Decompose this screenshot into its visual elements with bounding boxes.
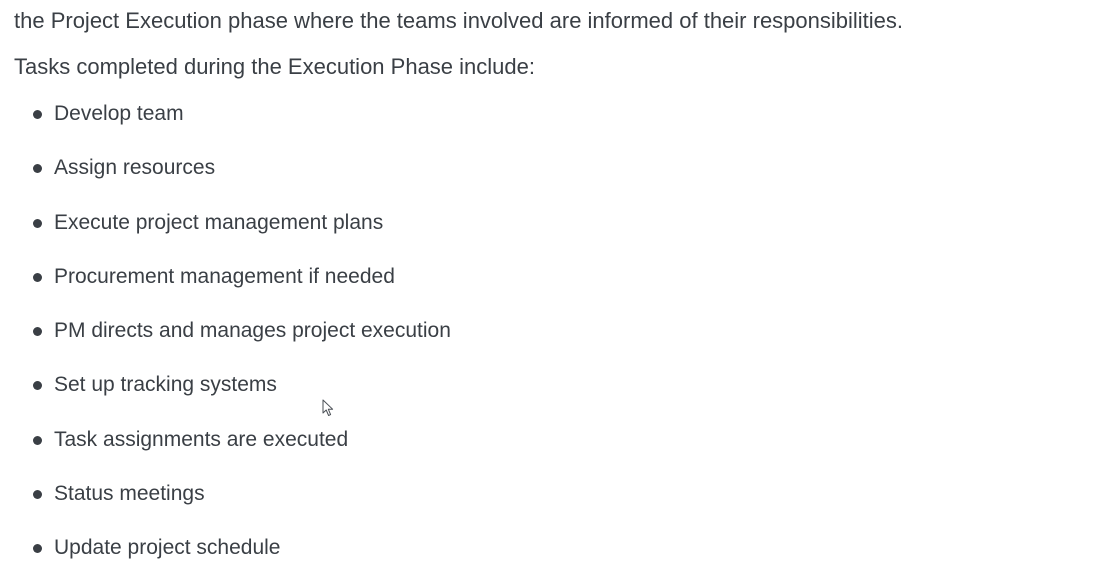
- list-item-label: Assign resources: [54, 156, 216, 180]
- intro-paragraph-line: the Project Execution phase where the te…: [14, 8, 904, 33]
- list-item: Develop team: [0, 99, 451, 153]
- bullet-dot-icon: [33, 544, 42, 554]
- list-item: Status meetings: [0, 479, 451, 533]
- execution-tasks-list: Develop team Assign resources Execute pr…: [0, 99, 451, 587]
- list-item-label: Update project schedule: [54, 536, 281, 560]
- list-item: Task assignments are executed: [0, 425, 451, 479]
- list-item: Procurement management if needed: [0, 262, 451, 316]
- list-item-label: Task assignments are executed: [54, 427, 349, 451]
- list-item-label: Set up tracking systems: [54, 373, 277, 397]
- list-item: Set up tracking systems: [0, 370, 451, 424]
- bullet-dot-icon: [33, 272, 42, 282]
- list-item: PM directs and manages project execution: [0, 316, 451, 370]
- list-item-label: PM directs and manages project execution: [54, 319, 451, 343]
- list-item: Update project schedule: [0, 533, 451, 587]
- mouse-pointer-icon: [322, 399, 334, 416]
- list-item: Execute project management plans: [0, 208, 451, 262]
- bullet-dot-icon: [33, 435, 42, 445]
- list-item-label: Status meetings: [54, 482, 205, 506]
- bullet-dot-icon: [33, 490, 42, 500]
- bullet-dot-icon: [33, 218, 42, 228]
- bullet-dot-icon: [33, 110, 42, 119]
- bullet-dot-icon: [33, 381, 42, 391]
- bullet-dot-icon: [33, 164, 42, 174]
- tasks-lead-text: Tasks completed during the Execution Pha…: [14, 54, 535, 79]
- list-item-label: Develop team: [54, 102, 184, 125]
- list-item: Assign resources: [0, 153, 451, 207]
- bullet-dot-icon: [33, 327, 42, 337]
- clipped-previous-line: [14, 0, 1014, 3]
- list-item-label: Execute project management plans: [54, 210, 384, 234]
- list-item-label: Procurement management if needed: [54, 264, 395, 288]
